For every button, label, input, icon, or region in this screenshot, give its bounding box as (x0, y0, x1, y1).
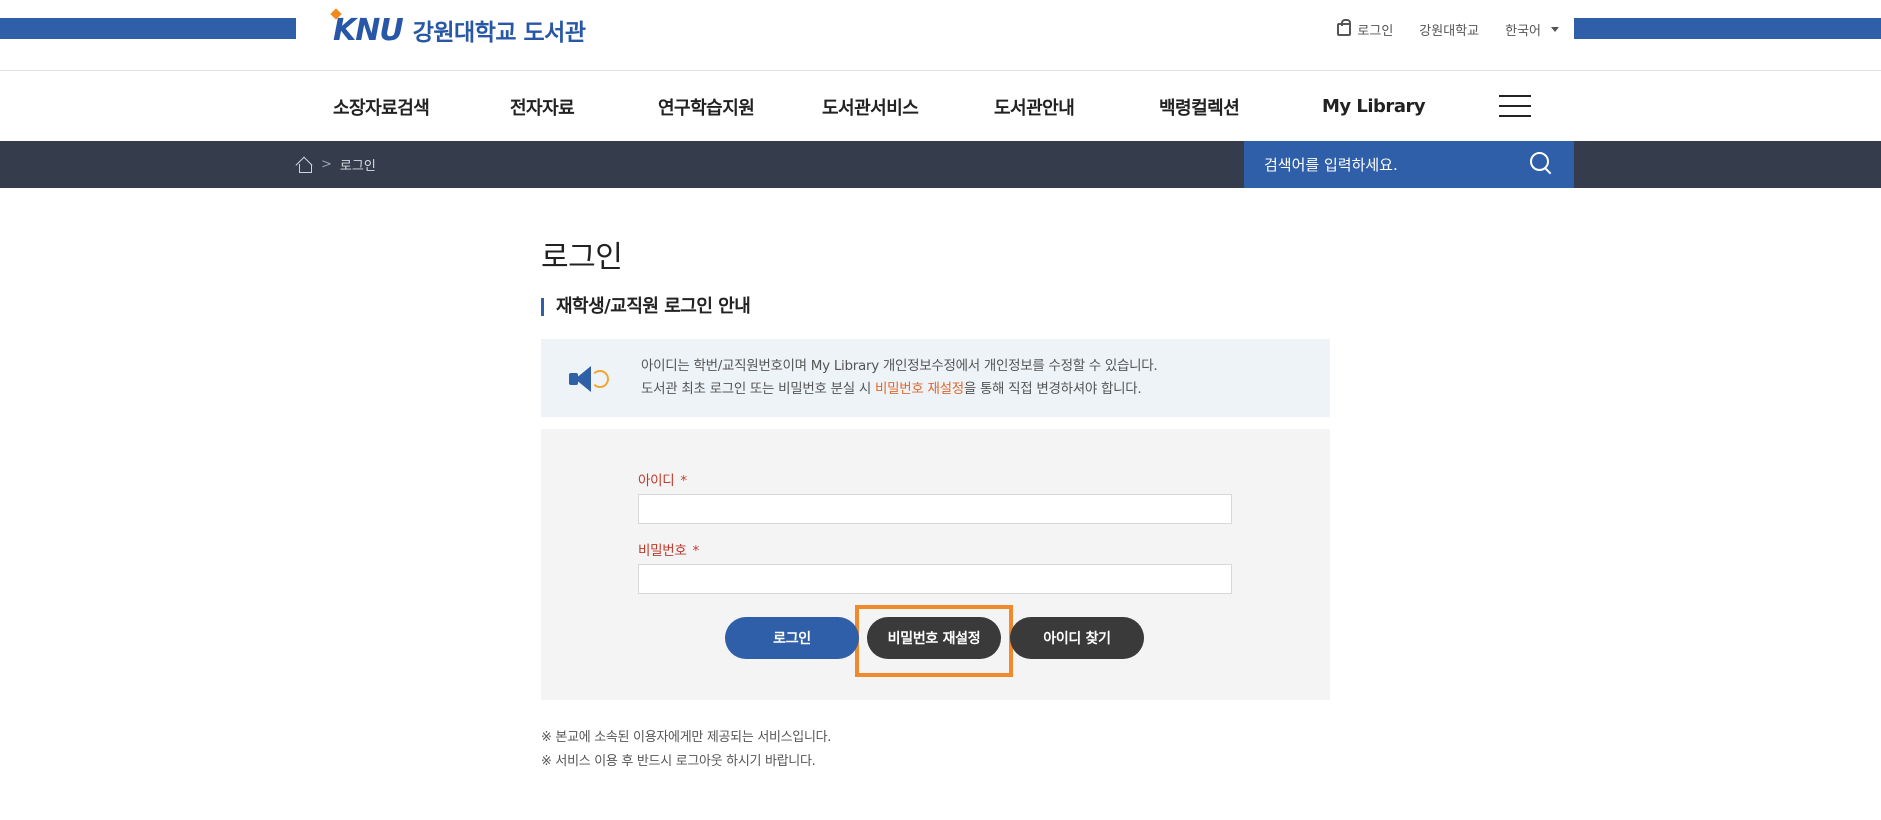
left-brand-stripe (0, 18, 296, 39)
nav-item-library-info[interactable]: 도서관안내 (994, 94, 1159, 120)
breadcrumb-current: 로그인 (339, 159, 376, 174)
lock-icon (1337, 19, 1352, 36)
notice-box: 아이디는 학번/교직원번호이며 My Library 개인정보수정에서 개인정보… (541, 339, 1330, 417)
home-icon[interactable] (296, 156, 313, 173)
required-mark: * (680, 473, 687, 489)
find-id-button[interactable]: 아이디 찾기 (1010, 617, 1144, 659)
notice-text: 아이디는 학번/교직원번호이며 My Library 개인정보수정에서 개인정보… (641, 355, 1158, 401)
language-select[interactable]: 한국어 (1505, 20, 1559, 39)
university-link[interactable]: 강원대학교 (1419, 20, 1479, 39)
university-link-label: 강원대학교 (1419, 24, 1480, 39)
search-input[interactable] (1264, 155, 1514, 174)
nav-item-library-services[interactable]: 도서관서비스 (822, 94, 994, 120)
id-field[interactable] (638, 494, 1232, 524)
search-icon[interactable] (1530, 152, 1552, 174)
notice-line-2: 도서관 최초 로그인 또는 비밀번호 분실 시 비밀번호 재설정을 통해 직접 … (641, 381, 1142, 397)
footnote-1: ※ 본교에 소속된 이용자에게만 제공되는 서비스입니다. (541, 730, 832, 745)
top-bar: KNU 강원대학교 도서관 로그인 강원대학교 한국어 (0, 0, 1881, 70)
password-reset-link[interactable]: 비밀번호 재설정 (875, 381, 964, 397)
footnote-2: ※ 서비스 이용 후 반드시 로그아웃 하시기 바랍니다. (541, 754, 816, 769)
required-mark: * (692, 543, 699, 559)
login-link-label: 로그인 (1357, 24, 1394, 39)
speaker-icon (569, 364, 613, 394)
utility-menu: 로그인 강원대학교 한국어 (1337, 19, 1559, 39)
login-link[interactable]: 로그인 (1337, 19, 1394, 39)
nav-item-e-resources[interactable]: 전자자료 (510, 94, 658, 120)
nav-item-my-library[interactable]: My Library (1322, 96, 1472, 117)
password-field[interactable] (638, 564, 1232, 594)
notice-line-1: 아이디는 학번/교직원번호이며 My Library 개인정보수정에서 개인정보… (641, 358, 1158, 374)
logo-text: 강원대학교 도서관 (412, 20, 586, 46)
breadcrumb-separator: > (321, 157, 332, 172)
page-title: 로그인 (541, 240, 623, 275)
caret-down-icon (1551, 27, 1559, 32)
global-nav: 소장자료검색 전자자료 연구학습지원 도서관서비스 도서관안내 백령컬렉션 My… (0, 70, 1881, 141)
section-title: 재학생/교직원 로그인 안내 (541, 298, 751, 316)
footnotes: ※ 본교에 소속된 이용자에게만 제공되는 서비스입니다. ※ 서비스 이용 후… (541, 726, 831, 774)
login-button[interactable]: 로그인 (725, 617, 859, 659)
id-label: 아이디 * (638, 473, 687, 489)
password-label: 비밀번호 * (638, 543, 699, 559)
right-brand-stripe (1574, 18, 1881, 39)
nav-item-research-support[interactable]: 연구학습지원 (658, 94, 822, 120)
hamburger-icon[interactable] (1499, 95, 1531, 117)
breadcrumb-bar: > 로그인 (0, 141, 1881, 188)
language-label: 한국어 (1505, 24, 1541, 39)
knu-logo-mark: KNU (330, 7, 404, 48)
breadcrumb: > 로그인 (296, 155, 376, 174)
nav-item-baekryeong-collection[interactable]: 백령컬렉션 (1159, 94, 1322, 120)
login-form: 아이디 * 비밀번호 * 로그인 비밀번호 재설정 아이디 찾기 (541, 429, 1330, 700)
site-logo[interactable]: KNU 강원대학교 도서관 (330, 7, 586, 48)
password-reset-button[interactable]: 비밀번호 재설정 (867, 617, 1001, 659)
search-box (1244, 141, 1574, 188)
nav-item-catalog-search[interactable]: 소장자료검색 (333, 94, 510, 120)
